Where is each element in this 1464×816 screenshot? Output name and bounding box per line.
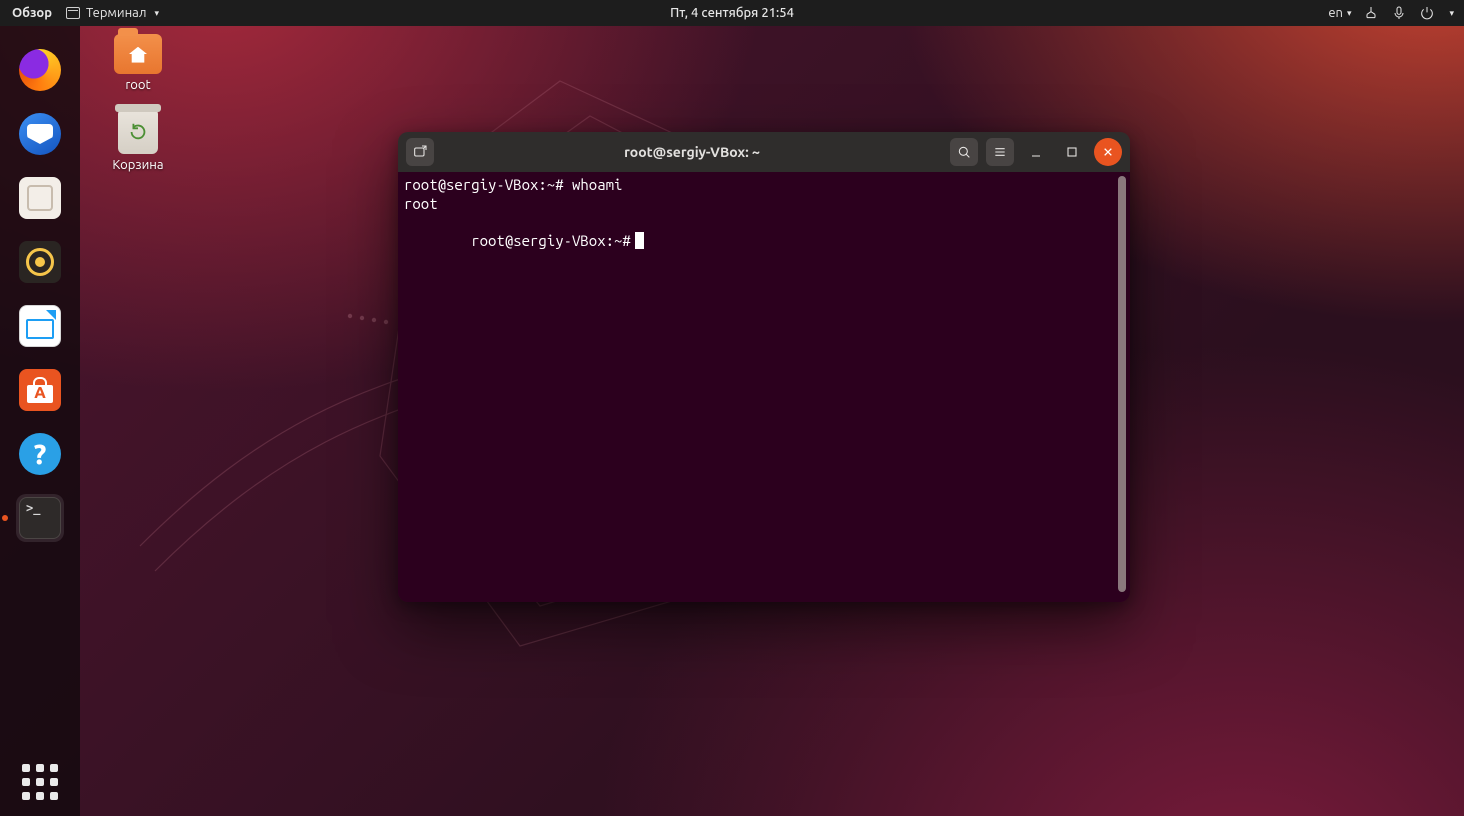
close-button[interactable]	[1094, 138, 1122, 166]
chevron-down-icon: ▾	[152, 8, 159, 19]
desktop[interactable]: A ? root Корзина	[0, 26, 1464, 816]
activities-button[interactable]: Обзор	[12, 6, 52, 20]
desktop-icon-home[interactable]: root	[96, 34, 180, 92]
desktop-icon-trash[interactable]: Корзина	[96, 110, 180, 172]
terminal-body[interactable]: root@sergiy-VBox:~# whoami root root@ser…	[398, 172, 1130, 602]
new-tab-button[interactable]	[406, 138, 434, 166]
thunderbird-icon	[19, 113, 61, 155]
app-menu[interactable]: Терминал ▾	[62, 6, 163, 20]
terminal-titlebar[interactable]: root@sergiy-VBox: ~	[398, 132, 1130, 172]
dock-item-software[interactable]: A	[16, 366, 64, 414]
terminal-icon	[19, 497, 61, 539]
search-button[interactable]	[950, 138, 978, 166]
firefox-icon	[19, 49, 61, 91]
top-bar-right: en ▾ ▾	[1328, 0, 1454, 26]
terminal-line: root@sergiy-VBox:~#	[404, 214, 1122, 270]
microphone-icon[interactable]	[1391, 5, 1407, 21]
libreoffice-writer-icon	[19, 305, 61, 347]
maximize-icon	[1064, 144, 1080, 160]
dock-item-terminal[interactable]	[16, 494, 64, 542]
show-applications-button[interactable]	[20, 762, 60, 802]
search-icon	[956, 144, 972, 160]
clock[interactable]: Пт, 4 сентября 21:54	[670, 6, 794, 20]
input-language-label: en	[1328, 6, 1343, 20]
ubuntu-software-icon: A	[19, 369, 61, 411]
network-icon[interactable]	[1363, 5, 1379, 21]
system-menu-chevron-icon[interactable]: ▾	[1447, 8, 1454, 19]
desktop-icon-home-label: root	[125, 78, 150, 92]
dock-item-rhythmbox[interactable]	[16, 238, 64, 286]
input-language-menu[interactable]: en ▾	[1328, 6, 1351, 20]
terminal-prompt: root@sergiy-VBox:~#	[471, 232, 631, 249]
terminal-title: root@sergiy-VBox: ~	[442, 144, 942, 160]
desktop-icon-trash-label: Корзина	[112, 158, 163, 172]
app-menu-label: Терминал	[86, 6, 146, 20]
dock-item-help[interactable]: ?	[16, 430, 64, 478]
home-folder-icon	[114, 34, 162, 74]
terminal-scrollbar[interactable]	[1118, 176, 1126, 592]
terminal-window: root@sergiy-VBox: ~ root@sergiy-VBox:~# …	[398, 132, 1130, 602]
minimize-icon	[1028, 144, 1044, 160]
terminal-line: root@sergiy-VBox:~# whoami	[404, 176, 1122, 195]
dock: A ?	[0, 26, 80, 816]
dock-item-thunderbird[interactable]	[16, 110, 64, 158]
maximize-button[interactable]	[1058, 138, 1086, 166]
power-icon[interactable]	[1419, 5, 1435, 21]
dock-item-firefox[interactable]	[16, 46, 64, 94]
trash-icon	[118, 110, 158, 154]
terminal-cursor	[635, 232, 644, 249]
hamburger-menu-button[interactable]	[986, 138, 1014, 166]
desktop-icons: root Корзина	[96, 34, 180, 190]
minimize-button[interactable]	[1022, 138, 1050, 166]
dock-item-files[interactable]	[16, 174, 64, 222]
hamburger-icon	[992, 144, 1008, 160]
help-icon: ?	[19, 433, 61, 475]
rhythmbox-icon	[19, 241, 61, 283]
ubuntu-software-letter: A	[19, 384, 61, 402]
terminal-line: root	[404, 195, 1122, 214]
dock-item-libreoffice-writer[interactable]	[16, 302, 64, 350]
close-icon	[1100, 144, 1116, 160]
top-bar-left: Обзор Терминал ▾	[0, 6, 163, 20]
chevron-down-icon: ▾	[1345, 8, 1352, 19]
top-bar: Обзор Терминал ▾ Пт, 4 сентября 21:54 en…	[0, 0, 1464, 26]
files-icon	[19, 177, 61, 219]
terminal-miniwin-icon	[66, 7, 80, 19]
